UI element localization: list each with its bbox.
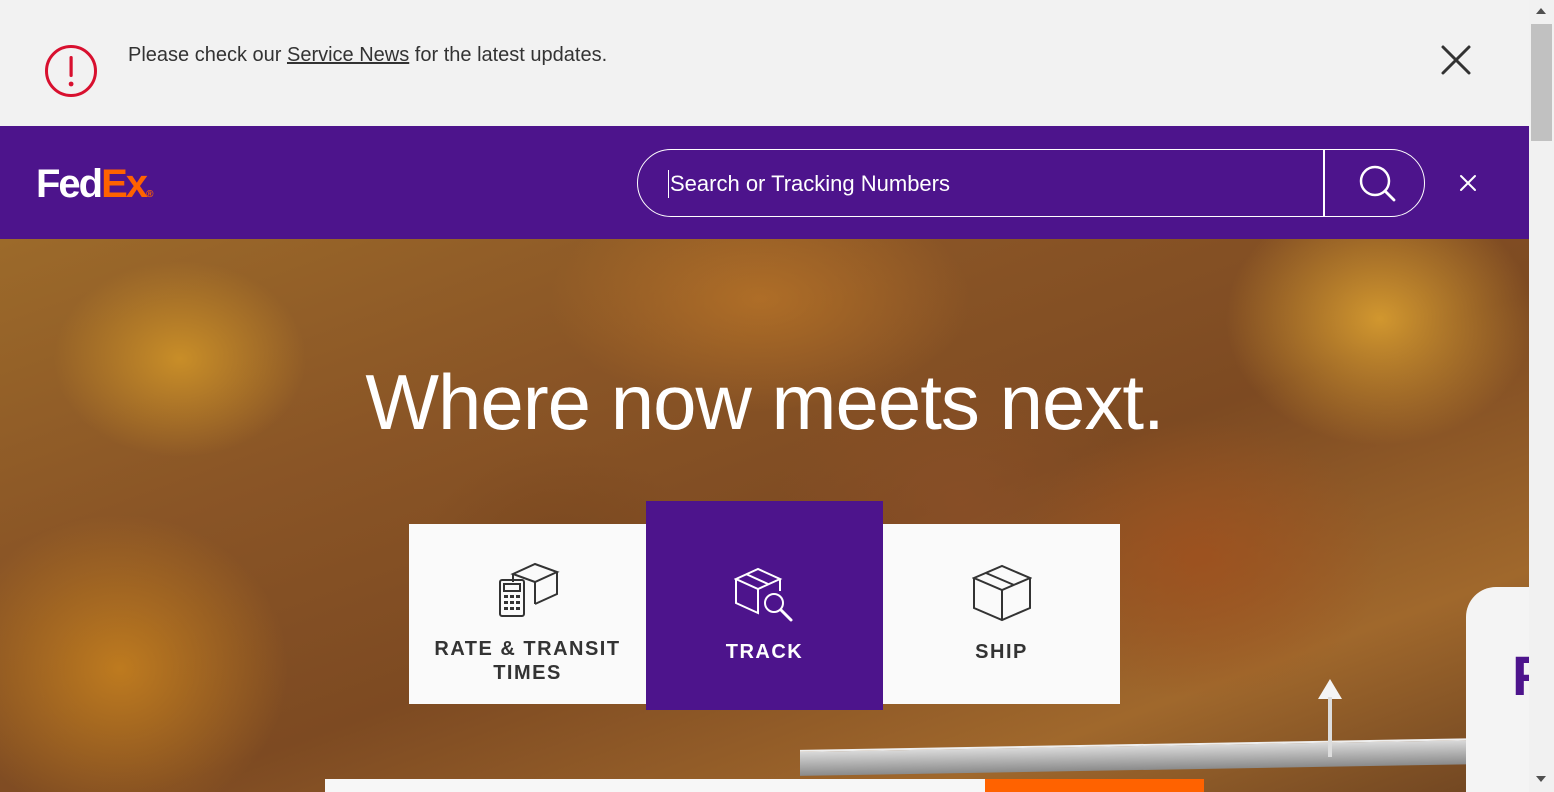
track-label: TRACK (725, 641, 804, 663)
scroll-down-arrow-icon[interactable] (1536, 776, 1546, 782)
road-sign-image (1318, 679, 1342, 699)
ship-label: SHIP (975, 641, 1028, 663)
scroll-thumb[interactable] (1531, 24, 1552, 141)
page: Please check our Service News for the la… (0, 0, 1529, 792)
alert-message: Please check our Service News for the la… (128, 44, 607, 67)
logo-ex: Ex (101, 162, 148, 206)
text-caret (668, 170, 669, 198)
calculator-box-icon (499, 562, 560, 617)
search-input[interactable] (668, 150, 1322, 218)
logo-fed: Fed (36, 162, 103, 206)
tracking-submit-strip[interactable] (985, 779, 1204, 792)
vertical-scrollbar[interactable] (1529, 0, 1554, 792)
scroll-up-arrow-icon[interactable] (1536, 8, 1546, 14)
hero-banner: Where now meets next. F (0, 239, 1529, 792)
logo-registered-mark: ® (146, 189, 154, 200)
search-button[interactable] (1324, 150, 1424, 216)
alert-circle-icon (45, 45, 97, 97)
service-news-link[interactable]: Service News (287, 44, 409, 66)
search-bar (637, 149, 1425, 218)
alert-message-prefix: Please check our (128, 44, 287, 66)
delivery-van-image: F (1466, 587, 1529, 792)
hero-title: Where now meets next. (365, 358, 1164, 446)
ship-button[interactable]: SHIP (883, 524, 1120, 704)
van-logo-mark: F (1512, 643, 1529, 708)
close-icon[interactable] (1438, 42, 1474, 78)
site-header: FedEx® (0, 126, 1529, 239)
tracking-form-strip (325, 779, 985, 792)
guardrail-image (800, 738, 1480, 776)
road-sign-pole (1328, 697, 1332, 757)
rate-transit-times-label: RATE & TRANSIT TIMES (409, 637, 646, 685)
service-alert-banner: Please check our Service News for the la… (0, 0, 1529, 126)
rate-label-line-1: RATE & TRANSIT (434, 638, 621, 660)
track-button[interactable]: TRACK (646, 501, 883, 710)
box-icon (972, 564, 1032, 622)
rate-transit-times-button[interactable]: RATE & TRANSIT TIMES (409, 524, 646, 704)
search-icon (1359, 165, 1396, 202)
fedex-logo[interactable]: FedEx® (36, 162, 153, 217)
close-icon[interactable] (1456, 171, 1480, 195)
box-magnifier-icon (734, 567, 793, 622)
alert-message-suffix: for the latest updates. (409, 44, 608, 66)
rate-label-line-2: TIMES (493, 662, 562, 684)
